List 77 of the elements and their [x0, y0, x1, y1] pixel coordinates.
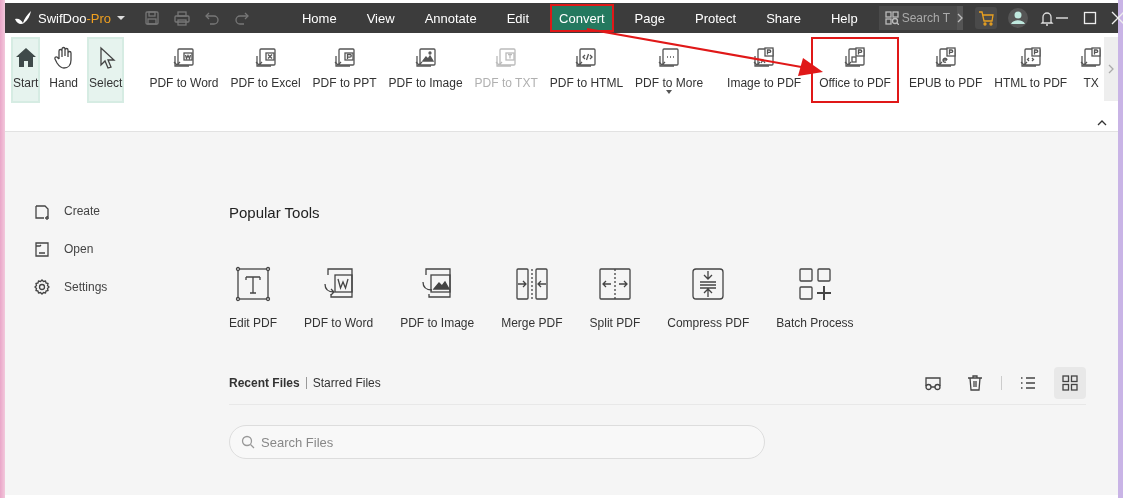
ribbon-tool-button[interactable]: Office to PDF [811, 37, 899, 103]
tool-button[interactable]: Batch Process [776, 266, 854, 330]
search-files-field[interactable]: Search Files [229, 425, 765, 459]
menu-tab[interactable]: Help [821, 4, 867, 32]
ribbon-tool-button[interactable]: PDF to PPT [310, 37, 379, 103]
caret-icon[interactable] [117, 15, 125, 21]
glasses-icon [924, 374, 942, 392]
section-title: Popular Tools [229, 204, 321, 221]
grid-plus-icon [796, 266, 833, 302]
tool-button[interactable]: Compress PDF [667, 266, 750, 330]
files-tab[interactable]: Starred Files [312, 376, 387, 390]
document-convert-icon [494, 46, 519, 70]
ribbon-tool-button[interactable]: PDF to More [633, 37, 706, 103]
ribbon-tool-button[interactable]: TX [1077, 37, 1102, 103]
split-icon [596, 266, 633, 302]
ribbon-tool-button[interactable]: HTML to PDF [992, 37, 1070, 103]
sidebar-item[interactable]: Settings [33, 278, 229, 296]
tool-button[interactable]: PDF to Word [304, 266, 374, 330]
document-convert-icon [332, 46, 357, 70]
bell-icon[interactable] [1038, 10, 1055, 26]
settings-icon [33, 278, 51, 296]
document-convert-icon [171, 46, 196, 70]
sidebar-item[interactable]: Create [33, 202, 229, 220]
maximize-icon[interactable] [1082, 11, 1097, 25]
menu-tab[interactable]: Edit [497, 4, 539, 32]
ribbon-tool-button[interactable]: PDF to HTML [547, 37, 626, 103]
list-icon [1019, 374, 1037, 392]
ribbon-tool-button[interactable]: PDF to Word [147, 37, 221, 103]
ribbon-tool-button[interactable]: PDF to Excel [228, 37, 303, 103]
document-code-icon [574, 46, 599, 70]
document-convert-icon [843, 46, 868, 70]
tool-button[interactable]: Merge PDF [501, 266, 563, 330]
tool-button[interactable]: Split PDF [589, 266, 641, 330]
app-name: SwifDoo-Pro [38, 10, 111, 26]
dropdown-caret-icon[interactable] [666, 90, 673, 94]
menu-tab[interactable]: Convert [550, 4, 614, 32]
user-avatar-icon[interactable] [1006, 7, 1029, 29]
menu-tab[interactable]: Annotate [415, 4, 486, 32]
text-edit-icon [235, 266, 271, 302]
document-image-icon [413, 46, 438, 70]
mode-button[interactable]: Hand [47, 37, 81, 103]
redo-icon[interactable] [234, 10, 250, 26]
menu-tab[interactable]: Home [293, 4, 346, 32]
undo-icon[interactable] [204, 10, 220, 26]
trash-icon [966, 374, 984, 392]
document-convert-icon [752, 46, 777, 70]
menu-tab[interactable]: View [357, 4, 404, 32]
document-code-icon [1018, 46, 1043, 70]
folder-icon [33, 240, 51, 258]
files-tab[interactable]: Recent Files [229, 376, 306, 390]
chevron-right-icon[interactable] [956, 13, 963, 23]
document-convert-icon [933, 46, 958, 70]
search-icon [241, 435, 255, 449]
mode-button[interactable]: Select [87, 37, 125, 103]
ribbon-tool-button[interactable]: EPUB to PDF [906, 37, 985, 103]
compress-icon [690, 266, 727, 302]
menu-tab[interactable]: Share [757, 4, 810, 32]
ribbon-tool-button[interactable]: Image to PDF [725, 37, 804, 103]
merge-icon [513, 266, 550, 302]
close-icon[interactable] [1110, 11, 1123, 25]
grid-icon [1061, 374, 1079, 392]
collapse-icon[interactable] [1097, 120, 1107, 126]
search-icon [884, 11, 899, 25]
tool-button[interactable]: PDF to Image [400, 266, 475, 330]
menu-tab[interactable]: Protect [686, 4, 746, 32]
menu-tab[interactable]: Page [625, 4, 674, 32]
grid-view-button[interactable] [1054, 367, 1086, 399]
search-field[interactable]: Search T [878, 6, 957, 30]
mode-button[interactable]: Start [11, 37, 41, 103]
document-convert-icon [253, 46, 278, 70]
new-document-icon [33, 202, 51, 220]
ribbon-tool-button[interactable]: PDF to Image [386, 37, 465, 103]
cart-icon[interactable] [977, 10, 994, 26]
document-convert-icon [1079, 46, 1102, 70]
sidebar-item[interactable]: Open [33, 240, 229, 258]
tool-button[interactable]: Edit PDF [229, 266, 277, 330]
document-dots-icon [657, 46, 682, 70]
